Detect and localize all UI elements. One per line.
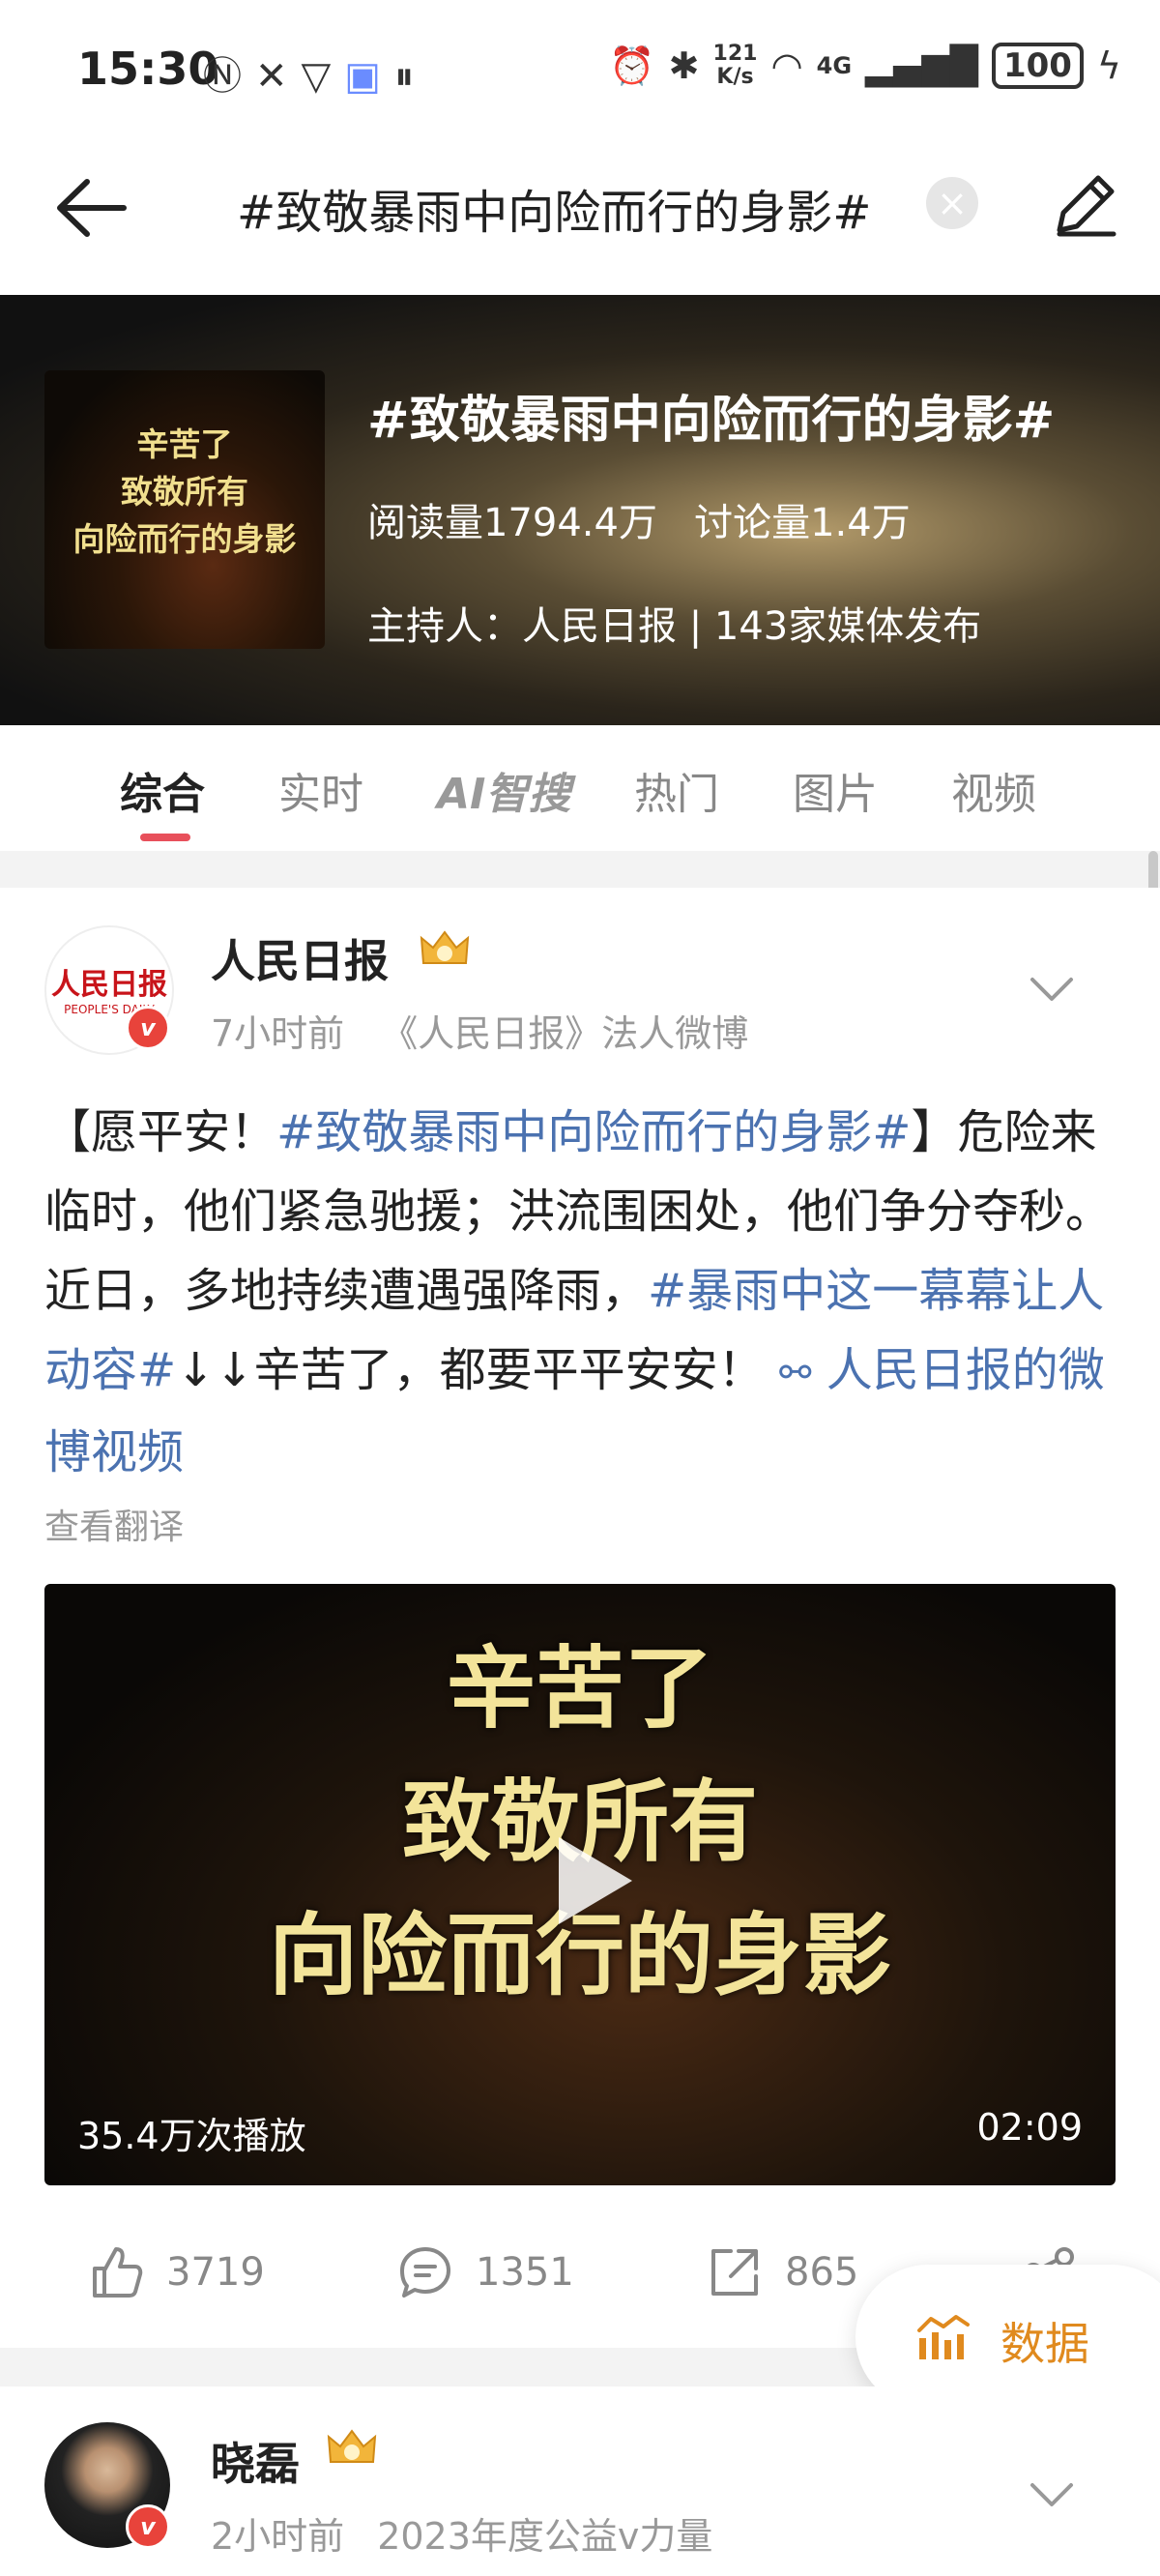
topic-title: #致敬暴雨中向险而行的身影# [367, 392, 1056, 450]
tab-hot[interactable]: 热门 [634, 759, 719, 821]
avatar-logo: 人民日报 [51, 968, 167, 1002]
crown-badge-icon [420, 930, 470, 964]
translate-link[interactable]: 查看翻译 [44, 1499, 184, 1549]
comment-count: 1351 [476, 2250, 574, 2295]
post-text: ↓↓辛苦了，都要平平安安！ [176, 1343, 765, 1397]
data-button-label[interactable]: 数据 [1000, 2309, 1089, 2373]
bluetooth-icon: ✱ [668, 44, 700, 87]
status-notification-icons: Ⓝ✕▽▣⏸ [203, 44, 427, 101]
message-icon: ▣ [344, 54, 395, 99]
topic-thumbnail: 辛苦了 致敬所有 向险而行的身影 [44, 370, 325, 649]
like-count: 3719 [166, 2250, 265, 2295]
network-type: 4G [816, 52, 853, 79]
post-source: 2023年度公益v力量 [377, 2515, 713, 2558]
hashtag-link[interactable]: #致敬暴雨中向险而行的身影# [276, 1105, 911, 1159]
post-time: 7小时前 [211, 1012, 345, 1055]
vpn-shield-icon: ▽ [301, 54, 345, 99]
bar-chart-icon [917, 2315, 970, 2359]
repost-count: 865 [785, 2250, 859, 2295]
missed-call-icon: ✕ [255, 54, 302, 99]
pause-icon: ⏸ [394, 54, 428, 99]
post-username[interactable]: 人民日报 [211, 926, 389, 990]
alarm-icon: ⏰ [609, 44, 655, 87]
tab-videos[interactable]: 视频 [951, 759, 1036, 821]
tab-realtime[interactable]: 实时 [278, 759, 363, 821]
like-button[interactable]: 3719 [87, 2243, 265, 2301]
post-time: 2小时前 [211, 2515, 345, 2558]
post-source: 《人民日报》法人微博 [381, 1012, 749, 1055]
tab-ai-search[interactable]: AI智搜 [437, 759, 570, 821]
wifi-icon: ◠ [770, 44, 803, 87]
video-player[interactable]: 辛苦了 致敬所有 向险而行的身影 35.4万次播放 02:09 [44, 1584, 1116, 2185]
play-icon[interactable] [537, 1828, 644, 1934]
chevron-down-icon[interactable] [1027, 2475, 1077, 2514]
nfc-icon: Ⓝ [203, 54, 255, 99]
status-time: 15:30 [77, 43, 219, 95]
post-username[interactable]: 晓磊 [211, 2429, 300, 2493]
repost-button[interactable]: 865 [706, 2243, 858, 2301]
search-input[interactable]: #致敬暴雨中向险而行的身影# [237, 174, 894, 242]
crown-badge-icon [327, 2429, 377, 2463]
compose-pen-icon[interactable] [1046, 166, 1123, 244]
signal-icon: ▂▄▆█ [865, 44, 978, 87]
post-body: 【愿平安！#致敬暴雨中向险而行的身影#】危险来临时，他们紧急驰援；洪流围困处，他… [44, 1093, 1117, 1492]
video-caption: 辛苦了 致敬所有 向险而行的身影 [268, 1637, 891, 2007]
topic-stats: 阅读量1794.4万 讨论量1.4万 [367, 501, 911, 545]
video-duration: 02:09 [976, 2106, 1083, 2149]
tab-images[interactable]: 图片 [793, 759, 878, 821]
play-count: 35.4万次播放 [77, 2115, 306, 2157]
battery-indicator: 100 [991, 43, 1084, 89]
tab-comprehensive[interactable]: 综合 [120, 759, 205, 821]
tab-active-indicator [140, 834, 190, 841]
comment-icon [400, 2247, 450, 2298]
link-icon: ⚯ [778, 1351, 812, 1395]
topic-thumbnail-text: 辛苦了 致敬所有 向险而行的身影 [72, 425, 297, 558]
post-text: 【愿平安！ [44, 1105, 277, 1159]
verified-badge-icon: v [126, 1006, 170, 1050]
verified-badge-icon: v [126, 2504, 170, 2549]
status-right-icons: ⏰ ✱ 121 K/s ◠ 4G ▂▄▆█ 100 ϟ [609, 43, 1121, 89]
post-meta: 2小时前 2023年度公益v力量 [211, 2506, 712, 2560]
comment-button[interactable]: 1351 [396, 2243, 574, 2301]
chevron-down-icon[interactable] [1027, 970, 1077, 1009]
back-arrow-icon[interactable] [48, 164, 135, 251]
post-meta: 7小时前 《人民日报》法人微博 [211, 1004, 748, 1057]
charging-icon: ϟ [1096, 44, 1121, 87]
net-speed: 121 K/s [712, 42, 758, 89]
topic-host[interactable]: 主持人：人民日报 | 143家媒体发布 [367, 595, 981, 651]
thumbs-up-icon [93, 2247, 143, 2298]
clear-search-icon[interactable]: × [926, 177, 978, 229]
repost-icon [711, 2249, 758, 2296]
